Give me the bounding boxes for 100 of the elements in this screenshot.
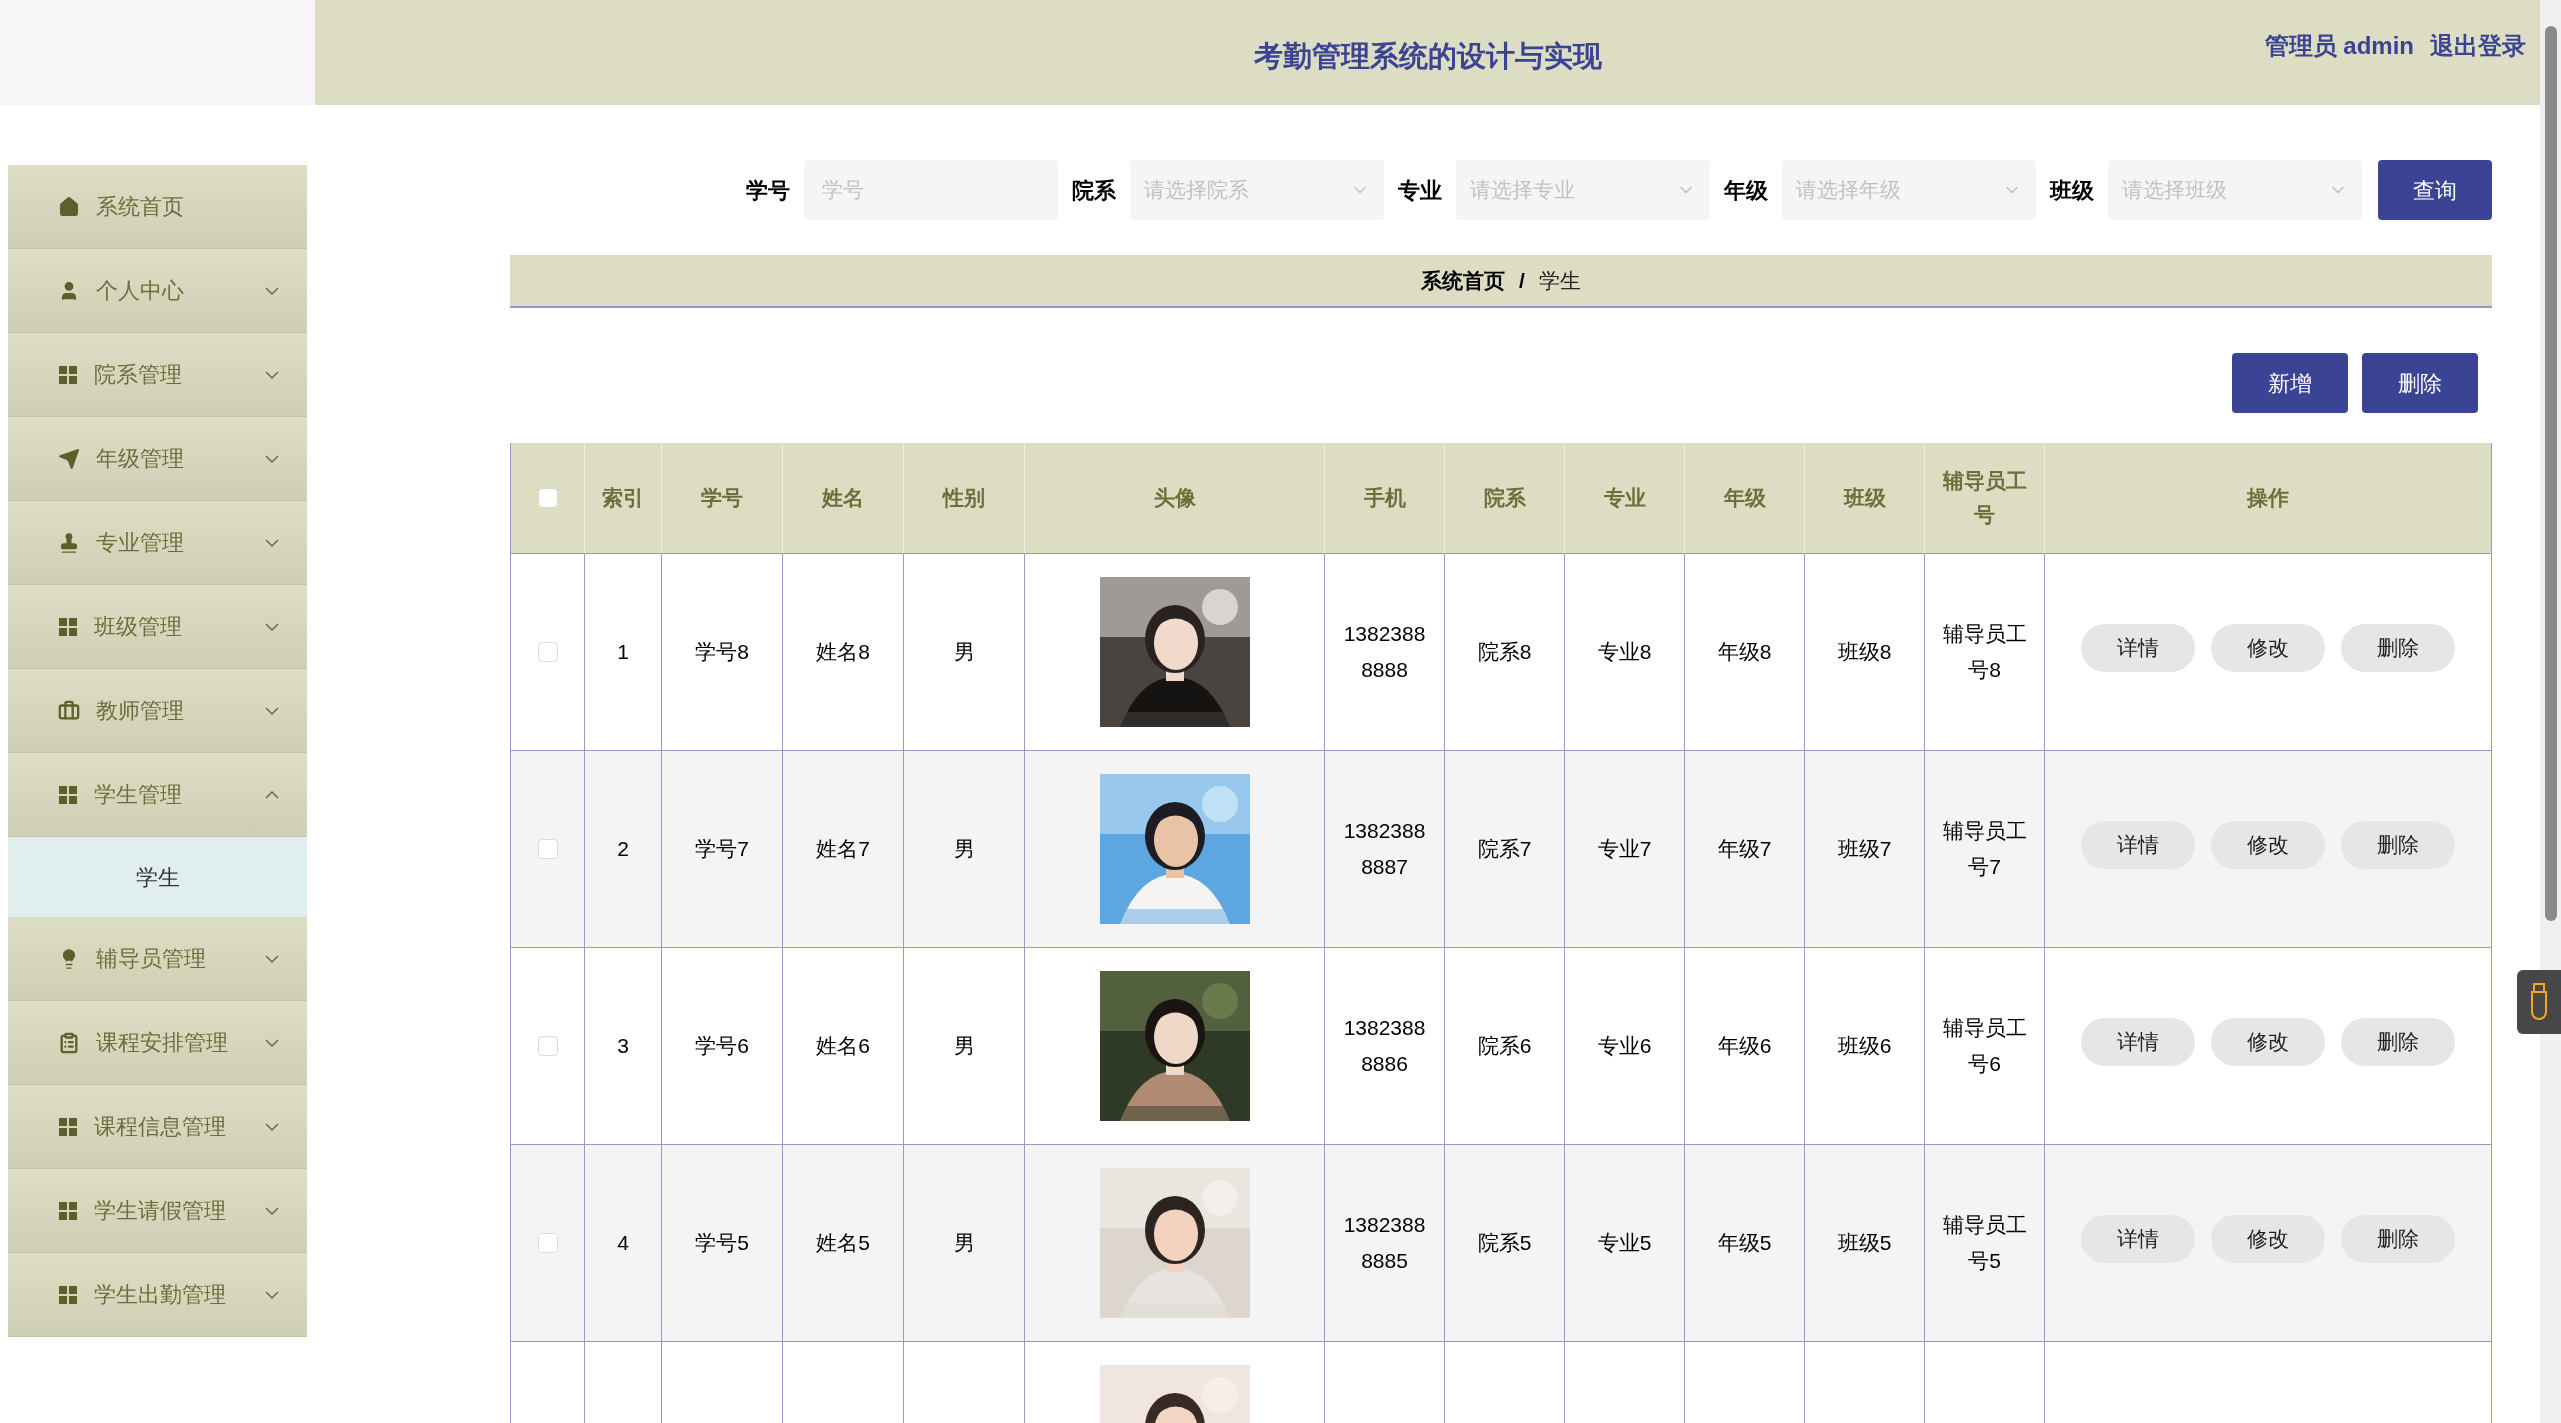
chevron-down-icon	[265, 622, 279, 631]
app-title: 考勤管理系统的设计与实现	[1253, 38, 1602, 74]
column-header: 姓名	[822, 485, 864, 512]
grid-icon	[58, 1200, 78, 1221]
table-cell-text: 3	[617, 1033, 629, 1060]
field-label: 院系	[1072, 176, 1116, 205]
table-cell-text: 学号6	[695, 1033, 749, 1060]
add-button[interactable]: 新增	[2232, 353, 2348, 413]
table-cell-text: 姓名8	[816, 639, 870, 666]
table-cell-text: 班级7	[1837, 836, 1892, 863]
sidebar-item[interactable]: 教师管理	[8, 669, 307, 753]
table-cell-text: 13823888888	[1343, 621, 1426, 683]
scrollbar[interactable]	[2540, 0, 2561, 1423]
select-all-checkbox[interactable]	[538, 489, 557, 507]
table-cell-text: 4	[617, 1230, 629, 1257]
table-cell-text: 院系7	[1477, 836, 1532, 863]
sidebar-item[interactable]: 学生请假管理	[8, 1169, 307, 1253]
logout-link[interactable]: 退出登录	[2430, 28, 2526, 64]
edit-button[interactable]: 修改	[2211, 1018, 2325, 1066]
sidebar-item[interactable]: 辅导员管理	[8, 917, 307, 1001]
column-header: 年级	[1723, 485, 1766, 512]
user-label: 管理员 admin	[2264, 31, 2414, 61]
column-header: 操作	[2247, 485, 2289, 512]
table-cell-text: 学号8	[695, 639, 749, 666]
details-button[interactable]: 详情	[2081, 1018, 2195, 1066]
field-label: 班级	[2050, 176, 2094, 205]
row-checkbox[interactable]	[537, 1233, 558, 1253]
sidebar-item[interactable]: 年级管理	[8, 417, 307, 501]
chevron-down-icon	[265, 286, 279, 295]
table-cell-text: 年级7	[1717, 836, 1772, 863]
table-cell-text: 班级8	[1837, 639, 1892, 666]
breadcrumb-link[interactable]: 系统首页	[1421, 264, 1506, 297]
usb-widget[interactable]	[2517, 970, 2561, 1034]
stamp-icon	[58, 531, 80, 554]
chevron-down-icon	[265, 1206, 279, 1215]
sidebar-item[interactable]: 系统首页	[8, 165, 307, 249]
sidebar-item[interactable]: 学生出勤管理	[8, 1253, 307, 1337]
delete-button[interactable]: 删除	[2341, 624, 2455, 672]
field-label: 专业	[1398, 176, 1442, 205]
table-cell-text: 姓名6	[816, 1033, 870, 1060]
table-cell-text: 年级5	[1717, 1230, 1772, 1257]
table-cell-text: 院系8	[1477, 639, 1532, 666]
row-checkbox[interactable]	[537, 839, 558, 859]
grid-icon	[58, 1284, 78, 1305]
grid-icon	[58, 616, 78, 637]
sidebar-item[interactable]: 专业管理	[8, 501, 307, 585]
clipboard-icon	[58, 1031, 80, 1054]
sidebar-item[interactable]: 学生管理	[8, 753, 307, 837]
sidebar-item[interactable]: 个人中心	[8, 249, 307, 333]
briefcase-icon	[58, 699, 80, 722]
table-cell-text: 男	[953, 1033, 975, 1060]
sidebar-item[interactable]: 班级管理	[8, 585, 307, 669]
details-button[interactable]: 详情	[2081, 1215, 2195, 1263]
row-checkbox[interactable]	[537, 1036, 558, 1056]
table-cell-text: 13823888886	[1343, 1015, 1426, 1077]
delete-button[interactable]: 删除	[2362, 353, 2478, 413]
submenu-item[interactable]: 学生	[8, 837, 307, 917]
table-cell-text: 辅导员工号8	[1942, 621, 2027, 683]
scrollbar-thumb[interactable]	[2544, 26, 2557, 921]
delete-button[interactable]: 删除	[2341, 1018, 2455, 1066]
search-button[interactable]: 查询	[2378, 160, 2492, 220]
sidebar-item[interactable]: 院系管理	[8, 333, 307, 417]
table-cell-text: 姓名5	[816, 1230, 870, 1257]
column-header: 性别	[943, 485, 985, 512]
row-checkbox[interactable]	[537, 642, 558, 662]
table-cell-text: 院系6	[1477, 1033, 1532, 1060]
column-header: 班级	[1843, 485, 1886, 512]
details-button[interactable]: 详情	[2081, 624, 2195, 672]
edit-button[interactable]: 修改	[2211, 624, 2325, 672]
column-header: 辅导员工号	[1942, 468, 2027, 528]
table-cell-text: 年级8	[1717, 639, 1772, 666]
table-cell-text: 男	[953, 639, 975, 666]
table-cell-text: 学号7	[695, 836, 749, 863]
paper-plane-icon	[58, 447, 80, 470]
table-cell-text: 辅导员工号5	[1942, 1212, 2027, 1274]
table-cell-text: 姓名7	[816, 836, 870, 863]
chevron-down-icon	[265, 954, 279, 963]
chevron-down-icon	[265, 706, 279, 715]
edit-button[interactable]: 修改	[2211, 821, 2325, 869]
table-cell-text: 2	[617, 836, 629, 863]
edit-button[interactable]: 修改	[2211, 1215, 2325, 1263]
column-header: 院系	[1483, 485, 1526, 512]
table-cell-text: 专业7	[1597, 836, 1652, 863]
column-header: 头像	[1153, 485, 1196, 512]
sidebar-item[interactable]: 课程安排管理	[8, 1001, 307, 1085]
chevron-down-icon	[265, 1290, 279, 1299]
table-cell-text: 1	[617, 639, 629, 666]
delete-button[interactable]: 删除	[2341, 1215, 2455, 1263]
grid-icon	[58, 1116, 78, 1137]
delete-button[interactable]: 删除	[2341, 821, 2455, 869]
column-header: 手机	[1363, 485, 1406, 512]
table-cell-text: 辅导员工号7	[1942, 818, 2027, 880]
sidebar-item[interactable]: 课程信息管理	[8, 1085, 307, 1169]
table-cell-text: 13823888885	[1343, 1212, 1426, 1274]
column-header: 学号	[701, 485, 743, 512]
column-header: 索引	[602, 485, 644, 512]
field-label: 学号	[746, 176, 790, 205]
chevron-down-icon	[265, 538, 279, 547]
table-cell-text: 13823888887	[1343, 818, 1426, 880]
details-button[interactable]: 详情	[2081, 821, 2195, 869]
